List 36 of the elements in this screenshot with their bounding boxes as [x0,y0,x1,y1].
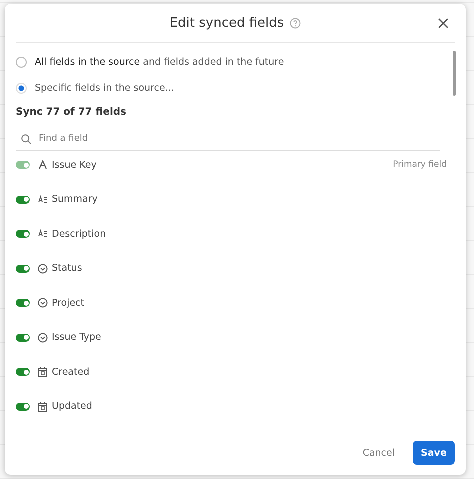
dropdown-circle-icon [38,332,48,343]
help-icon[interactable] [290,18,302,28]
scrollbar[interactable] [453,51,456,96]
text-field-icon [38,160,48,170]
field-name: Description [52,228,106,240]
toggle-switch[interactable] [16,334,30,342]
field-name: Issue Key [52,160,97,171]
search-icon [21,134,32,144]
field-name: Summary [52,194,98,206]
dialog-title: Edit synced fields [170,16,284,30]
radio-button[interactable] [16,56,27,68]
field-name: Issue Type [52,332,102,344]
sync-count: Sync 77 of 77 fields [16,107,128,118]
paragraph-icon [38,194,48,205]
field-name: Status [52,263,82,274]
radio-button[interactable] [16,82,27,94]
dropdown-circle-icon [38,298,48,308]
field-name: Created [52,366,90,378]
paragraph-icon [38,229,48,240]
toggle-switch[interactable] [16,368,30,376]
calendar-icon [38,367,48,378]
close-icon[interactable] [438,18,449,29]
dropdown-circle-icon [38,264,48,274]
toggle-switch[interactable] [16,299,30,308]
toggle-switch[interactable] [16,402,30,411]
option-label: Specific fields in the source... [35,82,174,94]
field-name: Project [52,298,85,309]
save-button[interactable]: Save [413,441,455,465]
toggle-switch[interactable] [16,264,30,273]
calendar-icon [38,402,48,412]
field-name: Updated [52,401,92,412]
cancel-button[interactable]: Cancel [358,444,399,462]
toggle-switch[interactable] [16,196,30,204]
option-label: All fields in the source and fields added in the future [35,56,284,68]
primary-field-label: Primary field [393,160,447,170]
toggle-switch[interactable] [16,230,30,238]
